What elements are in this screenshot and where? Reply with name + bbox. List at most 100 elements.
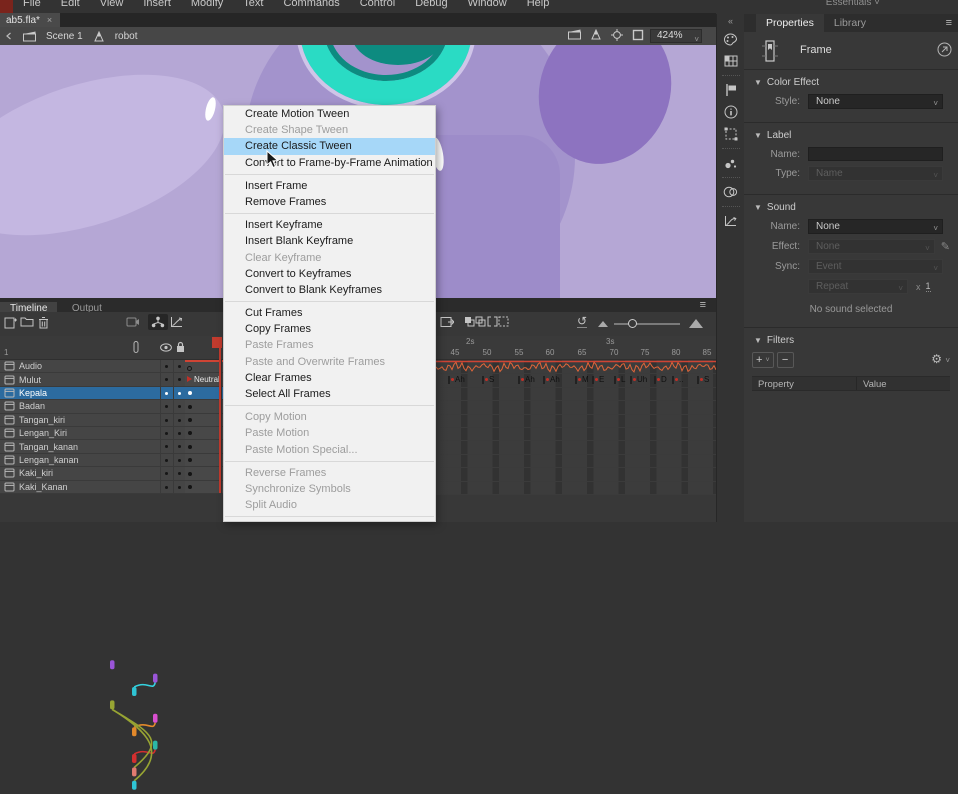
panel-menu-icon[interactable]: ≡ bbox=[946, 17, 952, 29]
timeline-zoom-slider-track[interactable] bbox=[614, 323, 680, 325]
onion-skin-outlines-icon[interactable] bbox=[475, 316, 486, 327]
parenting-marker-kaki_kanan[interactable] bbox=[132, 781, 137, 790]
label-name-input[interactable] bbox=[808, 147, 943, 161]
menu-item-insert-keyframe[interactable]: Insert Keyframe bbox=[224, 217, 435, 233]
lock-icon[interactable] bbox=[176, 341, 185, 353]
menu-text[interactable]: Text bbox=[233, 0, 273, 13]
menu-help[interactable]: Help bbox=[517, 0, 560, 13]
filter-options-gear-icon[interactable]: ⚙ ˅ bbox=[931, 352, 950, 366]
symbol-name[interactable]: robot bbox=[115, 31, 138, 42]
layer-row-tangan_kiri[interactable]: Tangan_kiri bbox=[0, 414, 185, 427]
brush-library-panel-icon[interactable] bbox=[719, 152, 743, 174]
layer-row-lengan_kanan[interactable]: Lengan_kanan bbox=[0, 454, 185, 467]
lock-dot[interactable] bbox=[178, 432, 181, 435]
lip-sync-keyframe[interactable]: S bbox=[482, 373, 494, 386]
frame1-cell-kaki_kiri[interactable] bbox=[185, 467, 223, 480]
lip-sync-keyframe[interactable]: Ah bbox=[448, 373, 465, 386]
lip-sync-keyframe[interactable]: M bbox=[575, 373, 589, 386]
menu-item-create-motion-tween[interactable]: Create Motion Tween bbox=[224, 106, 435, 122]
outline-dot[interactable] bbox=[165, 486, 168, 489]
label-header[interactable]: ▼Label bbox=[754, 130, 950, 141]
motion-presets-panel-icon[interactable] bbox=[719, 210, 743, 232]
menu-item-insert-blank-keyframe[interactable]: Insert Blank Keyframe bbox=[224, 233, 435, 249]
outline-dot[interactable] bbox=[165, 405, 168, 408]
frame1-cell-kaki_kanan[interactable] bbox=[185, 481, 223, 494]
edit-scene-icon[interactable] bbox=[568, 29, 581, 41]
new-layer-icon[interactable] bbox=[4, 316, 17, 329]
parenting-marker-mulut[interactable] bbox=[153, 674, 158, 683]
outline-dot[interactable] bbox=[165, 472, 168, 475]
graph-editor-icon[interactable] bbox=[170, 316, 183, 328]
lip-sync-keyframe[interactable]: E bbox=[592, 373, 604, 386]
frame1-cell-tangan_kiri[interactable] bbox=[185, 414, 223, 427]
frame1-cell-tangan_kanan[interactable] bbox=[185, 440, 223, 453]
close-tab-icon[interactable]: × bbox=[47, 15, 52, 25]
layer-row-kaki_kiri[interactable]: Kaki_kiri bbox=[0, 467, 185, 480]
layer-row-mulut[interactable]: Mulut bbox=[0, 373, 185, 386]
lip-sync-keyframe[interactable]: Ah bbox=[543, 373, 560, 386]
info-panel-icon[interactable] bbox=[719, 101, 743, 123]
color-effect-header[interactable]: ▼Color Effect bbox=[754, 77, 950, 88]
menu-item-select-all-frames[interactable]: Select All Frames bbox=[224, 386, 435, 402]
lock-dot[interactable] bbox=[178, 445, 181, 448]
menu-item-remove-frames[interactable]: Remove Frames bbox=[224, 194, 435, 210]
zoom-out-timeline-icon[interactable] bbox=[598, 321, 608, 327]
tab-library[interactable]: Library bbox=[824, 14, 876, 32]
menu-debug[interactable]: Debug bbox=[405, 0, 457, 13]
outline-dot[interactable] bbox=[165, 378, 168, 381]
sound-header[interactable]: ▼Sound bbox=[754, 202, 950, 213]
align-panel-icon[interactable] bbox=[719, 79, 743, 101]
style-dropdown[interactable]: None˅ bbox=[808, 94, 943, 109]
collapse-panels-icon[interactable]: « bbox=[728, 14, 733, 28]
playhead-marker[interactable] bbox=[212, 337, 222, 348]
layer-parenting-icon[interactable] bbox=[148, 314, 168, 330]
lip-sync-keyframe[interactable]: .. bbox=[672, 373, 683, 386]
reset-zoom-icon[interactable]: ↺ bbox=[577, 315, 587, 328]
frame1-cell-badan[interactable] bbox=[185, 400, 223, 413]
lip-sync-keyframe[interactable]: Uh bbox=[630, 373, 647, 386]
delete-layer-icon[interactable] bbox=[38, 316, 49, 329]
outline-dot[interactable] bbox=[165, 445, 168, 448]
layer-row-badan[interactable]: Badan bbox=[0, 400, 185, 413]
zoom-in-timeline-icon[interactable] bbox=[689, 319, 703, 328]
document-tab[interactable]: ab5.fla*× bbox=[0, 13, 60, 27]
zoom-level-select[interactable]: 424% ˅ bbox=[650, 29, 702, 43]
layer-row-tangan_kanan[interactable]: Tangan_kanan bbox=[0, 440, 185, 453]
outline-dot[interactable] bbox=[165, 432, 168, 435]
lip-sync-keyframe[interactable]: Ah bbox=[518, 373, 535, 386]
menu-item-convert-to-frame-by-frame-animation[interactable]: Convert to Frame-by-Frame Animation› bbox=[224, 155, 435, 171]
layer-row-audio[interactable]: Audio bbox=[0, 360, 185, 373]
menu-edit[interactable]: Edit bbox=[51, 0, 90, 13]
custom-markers-icon[interactable] bbox=[498, 316, 509, 327]
menu-file[interactable]: File bbox=[13, 0, 51, 13]
cc-libraries-panel-icon[interactable] bbox=[719, 181, 743, 203]
menu-view[interactable]: View bbox=[90, 0, 134, 13]
lock-dot[interactable] bbox=[178, 405, 181, 408]
menu-control[interactable]: Control bbox=[350, 0, 405, 13]
back-arrow-icon[interactable] bbox=[5, 32, 13, 40]
onion-skin-icon[interactable] bbox=[464, 316, 475, 327]
frames-grid[interactable]: AhSAhAhMELUhD..S bbox=[436, 360, 716, 494]
color-panel-icon[interactable] bbox=[719, 28, 743, 50]
edit-symbols-icon[interactable] bbox=[590, 29, 602, 41]
parenting-marker-audio[interactable] bbox=[110, 660, 115, 669]
lip-sync-keyframe[interactable]: D bbox=[654, 373, 667, 386]
menu-item-convert-to-blank-keyframes[interactable]: Convert to Blank Keyframes bbox=[224, 282, 435, 298]
edit-sound-pencil-icon[interactable]: ✎ bbox=[941, 240, 950, 253]
lip-sync-keyframe[interactable]: S bbox=[697, 373, 709, 386]
menu-insert[interactable]: Insert bbox=[133, 0, 181, 13]
menu-commands[interactable]: Commands bbox=[273, 0, 349, 13]
frame1-cell-audio[interactable] bbox=[185, 360, 223, 373]
parenting-marker-lengan_kiri[interactable] bbox=[132, 727, 137, 736]
menu-item-convert-to-keyframes[interactable]: Convert to Keyframes bbox=[224, 266, 435, 282]
lock-dot[interactable] bbox=[178, 365, 181, 368]
tab-properties[interactable]: Properties bbox=[756, 14, 824, 32]
lock-dot[interactable] bbox=[178, 472, 181, 475]
swatches-panel-icon[interactable] bbox=[719, 50, 743, 72]
outline-dot[interactable] bbox=[165, 365, 168, 368]
outline-dot[interactable] bbox=[165, 459, 168, 462]
menu-modify[interactable]: Modify bbox=[181, 0, 233, 13]
panel-menu-icon[interactable]: ≡ bbox=[700, 299, 706, 311]
camera-icon[interactable] bbox=[126, 316, 140, 327]
remove-filter-button[interactable]: − bbox=[777, 352, 794, 368]
